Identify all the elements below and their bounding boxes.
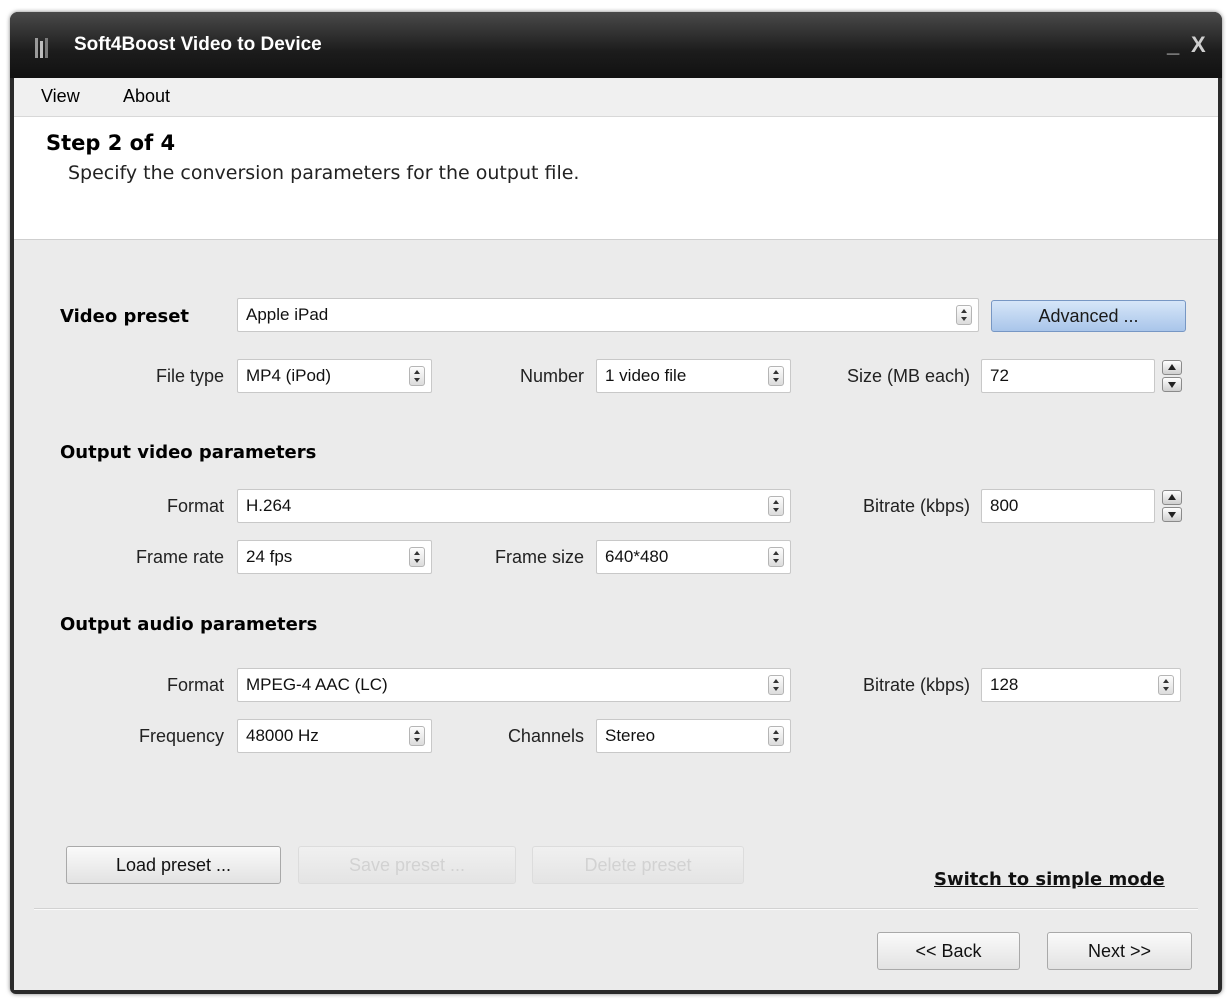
channels-select[interactable]: Stereo <box>596 719 791 753</box>
increment-arrow-icon[interactable] <box>1162 490 1182 505</box>
video-bitrate-input[interactable]: 800 <box>981 489 1182 523</box>
file-type-value: MP4 (iPod) <box>246 366 332 385</box>
audio-bitrate-label: Bitrate (kbps) <box>862 675 970 695</box>
advanced-button[interactable]: Advanced ... <box>991 300 1186 332</box>
size-label: Size (MB each) <box>846 366 970 386</box>
video-preset-label: Video preset <box>60 306 190 327</box>
menu-about[interactable]: About <box>123 86 170 107</box>
file-type-select[interactable]: MP4 (iPod) <box>237 359 432 393</box>
size-input[interactable]: 72 <box>981 359 1182 393</box>
step-description: Specify the conversion parameters for th… <box>68 162 580 184</box>
video-format-label: Format <box>166 496 224 516</box>
number-label: Number <box>519 366 584 386</box>
close-button[interactable]: X <box>1191 32 1206 58</box>
video-bitrate-value: 800 <box>990 496 1019 515</box>
minimize-button[interactable]: _ <box>1167 32 1179 58</box>
back-button[interactable]: << Back <box>877 932 1020 970</box>
file-type-label: File type <box>155 366 224 386</box>
frequency-label: Frequency <box>138 726 224 746</box>
audio-bitrate-select[interactable]: 128 <box>981 668 1181 702</box>
audio-section-title: Output audio parameters <box>60 614 318 635</box>
frame-rate-label: Frame rate <box>135 547 224 567</box>
video-bitrate-label: Bitrate (kbps) <box>862 496 970 516</box>
dropdown-arrows-icon[interactable] <box>768 726 784 746</box>
video-preset-select[interactable]: Apple iPad <box>237 298 979 332</box>
dropdown-arrows-icon[interactable] <box>409 547 425 567</box>
delete-preset-button[interactable]: Delete preset <box>532 846 744 884</box>
dropdown-arrows-icon[interactable] <box>409 366 425 386</box>
save-preset-button[interactable]: Save preset ... <box>298 846 516 884</box>
video-bitrate-stepper[interactable] <box>1162 490 1182 522</box>
step-header: Step 2 of 4 Specify the conversion param… <box>14 117 1218 240</box>
app-logo-icon <box>35 38 48 58</box>
next-button[interactable]: Next >> <box>1047 932 1192 970</box>
dropdown-arrows-icon[interactable] <box>409 726 425 746</box>
title-bar[interactable]: Soft4Boost Video to Device _ X <box>10 12 1222 78</box>
audio-format-value: MPEG-4 AAC (LC) <box>246 675 388 694</box>
frequency-value: 48000 Hz <box>246 726 319 745</box>
number-select[interactable]: 1 video file <box>596 359 791 393</box>
size-stepper[interactable] <box>1162 360 1182 392</box>
audio-format-label: Format <box>166 675 224 695</box>
step-title: Step 2 of 4 <box>46 131 176 155</box>
audio-bitrate-value: 128 <box>990 675 1019 694</box>
dropdown-arrows-icon[interactable] <box>768 366 784 386</box>
audio-format-select[interactable]: MPEG-4 AAC (LC) <box>237 668 791 702</box>
increment-arrow-icon[interactable] <box>1162 360 1182 375</box>
window-title: Soft4Boost Video to Device <box>74 34 322 55</box>
client-area: View About Step 2 of 4 Specify the conve… <box>14 78 1218 990</box>
frequency-select[interactable]: 48000 Hz <box>237 719 432 753</box>
frame-size-label: Frame size <box>494 547 584 567</box>
menu-view[interactable]: View <box>41 86 80 107</box>
frame-size-value: 640*480 <box>605 547 669 566</box>
frame-size-select[interactable]: 640*480 <box>596 540 791 574</box>
load-preset-button[interactable]: Load preset ... <box>66 846 281 884</box>
frame-rate-value: 24 fps <box>246 547 293 566</box>
video-preset-value: Apple iPad <box>246 305 329 324</box>
number-value: 1 video file <box>605 366 687 385</box>
size-value: 72 <box>990 366 1009 385</box>
dropdown-arrows-icon[interactable] <box>1158 675 1174 695</box>
menu-bar: View About <box>14 78 1218 117</box>
video-format-select[interactable]: H.264 <box>237 489 791 523</box>
decrement-arrow-icon[interactable] <box>1162 377 1182 392</box>
dropdown-arrows-icon[interactable] <box>768 496 784 516</box>
dropdown-arrows-icon[interactable] <box>768 675 784 695</box>
footer-divider <box>34 908 1198 910</box>
channels-value: Stereo <box>605 726 656 745</box>
channels-label: Channels <box>507 726 584 746</box>
video-format-value: H.264 <box>246 496 292 515</box>
video-section-title: Output video parameters <box>60 442 317 463</box>
dropdown-arrows-icon[interactable] <box>768 547 784 567</box>
frame-rate-select[interactable]: 24 fps <box>237 540 432 574</box>
app-window: Soft4Boost Video to Device _ X View Abou… <box>10 12 1222 994</box>
dropdown-arrows-icon[interactable] <box>956 305 972 325</box>
decrement-arrow-icon[interactable] <box>1162 507 1182 522</box>
switch-simple-mode-link[interactable]: Switch to simple mode <box>934 869 1165 890</box>
